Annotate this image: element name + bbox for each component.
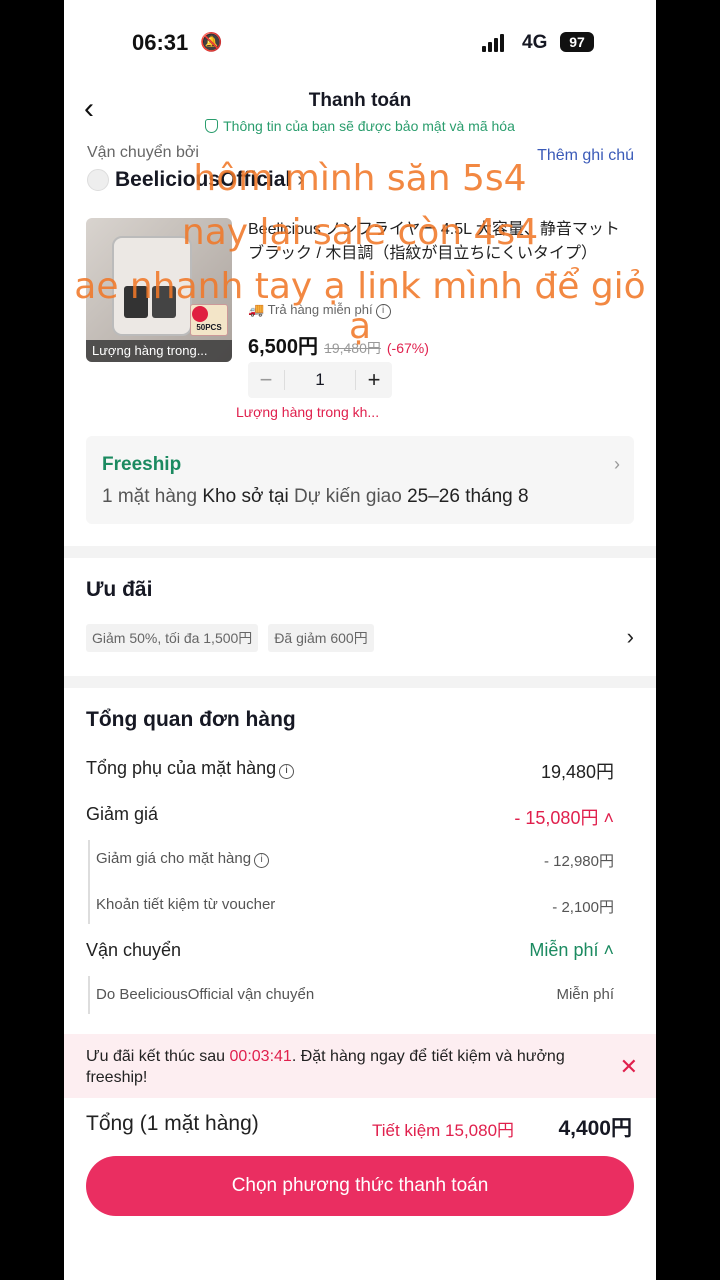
shield-icon [205, 119, 219, 133]
mute-icon: 🔕 [200, 32, 223, 52]
current-price: 6,500円 [248, 336, 319, 358]
shipping-option[interactable]: Freeship 1 mặt hàng Kho sở tại Dự kiến g… [86, 436, 634, 524]
promo-banner: Ưu đãi kết thúc sau 00:03:41. Đặt hàng n… [64, 1034, 656, 1098]
seller-row[interactable]: BeeliciousOfficial › [87, 168, 304, 192]
item-discount-row: Giảm giá cho mặt hàng i - 12,980円 [96, 850, 614, 870]
battery-icon: 97 [560, 32, 594, 52]
total-amount: 4,400円 [558, 1117, 632, 1140]
ship-by-label: Vận chuyển bởi [87, 144, 199, 161]
top-bar: ‹ Thanh toán Thông tin của bạn sẽ được b… [64, 84, 656, 140]
seller-name: BeeliciousOfficial [115, 168, 292, 191]
page-title: Thanh toán [308, 90, 412, 111]
total-label: Tổng (1 mặt hàng) [86, 1112, 259, 1135]
minus-button[interactable]: − [248, 367, 284, 393]
status-bar: 06:31 🔕 4G 97 [64, 30, 656, 60]
freeship-label: Freeship [102, 454, 182, 475]
product-title: Beelicious ノンフライヤー 4.5L 大容量、静音マットブラック / … [248, 221, 620, 262]
quantity-value[interactable]: 1 [284, 370, 356, 390]
sale-badge-icon [192, 306, 208, 322]
add-note-button[interactable]: Thêm ghi chú [537, 147, 634, 165]
chevron-right-icon: › [297, 168, 304, 191]
info-icon[interactable]: i [254, 853, 270, 868]
info-icon[interactable]: i [279, 764, 295, 779]
security-note: Thông tin của bạn sẽ được bảo mật và mã … [64, 118, 656, 134]
shipping-row[interactable]: Vận chuyển Miễn phí ˄ [86, 940, 614, 961]
chevron-right-icon[interactable]: › [627, 624, 634, 650]
chevron-up-icon: ˄ [603, 808, 614, 828]
choose-payment-button[interactable]: Chọn phương thức thanh toán [86, 1156, 634, 1216]
close-icon[interactable]: ✕ [620, 1054, 638, 1080]
deal-chips[interactable]: Giảm 50%, tối đa 1,500円 Đã giảm 600円 [86, 624, 374, 652]
checkout-screen: 06:31 🔕 4G 97 ‹ Thanh toán Thông tin của… [64, 0, 656, 1280]
order-overview-title: Tổng quan đơn hàng [86, 708, 296, 731]
divider [64, 546, 656, 558]
signal-icon [482, 34, 504, 52]
divider [64, 676, 656, 688]
deal-chip: Đã giảm 600円 [268, 624, 374, 652]
deals-title: Ưu đãi [86, 578, 153, 601]
savings-label: Tiết kiệm 15,080円 [372, 1121, 515, 1140]
product-price: 6,500円 19,480円 (-67%) [248, 330, 429, 359]
deal-chip: Giảm 50%, tối đa 1,500円 [86, 624, 259, 652]
network-type: 4G [522, 32, 548, 53]
product-image[interactable]: 50PCS Lượng hàng trong... [86, 218, 232, 362]
voucher-row: Khoản tiết kiệm từ voucher - 2,100円 [96, 896, 614, 916]
shipping-detail-row: Do BeeliciousOfficial vận chuyển Miễn ph… [96, 986, 614, 1003]
chevron-up-icon: ˄ [603, 940, 614, 960]
low-stock-warning: Lượng hàng trong kh... [236, 404, 380, 420]
delivery-info: 1 mặt hàng Kho sở tại Dự kiến giao 25–26… [102, 486, 529, 507]
original-price: 19,480円 [324, 340, 381, 356]
chevron-right-icon: › [614, 454, 620, 474]
quantity-stepper: − 1 + [248, 362, 392, 398]
discount-row[interactable]: Giảm giá - 15,080円 ˄ [86, 804, 614, 830]
free-return: 🚚 Trả hàng miễn phí i [248, 302, 391, 319]
countdown-timer: 00:03:41 [229, 1048, 292, 1065]
clock: 06:31 [132, 30, 189, 55]
info-icon[interactable]: i [375, 304, 391, 319]
stock-overlay: Lượng hàng trong... [86, 340, 232, 362]
discount-percent: (-67%) [386, 340, 429, 356]
plus-button[interactable]: + [356, 367, 392, 393]
subtotal-row: Tổng phụ của mặt hàng i 19,480円 [86, 758, 614, 782]
seller-logo [87, 169, 109, 191]
